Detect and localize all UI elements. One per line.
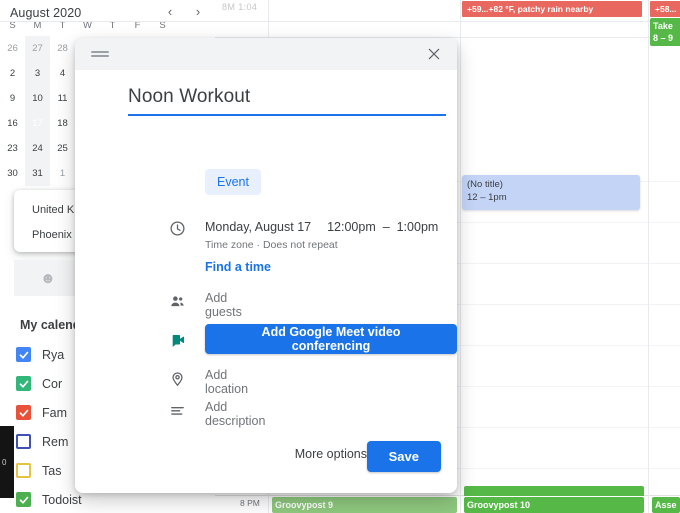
- calendar-checkbox[interactable]: [16, 463, 31, 478]
- mini-calendar-day[interactable]: 17: [25, 118, 50, 129]
- chevron-right-icon[interactable]: ›: [189, 2, 207, 20]
- mini-calendar-day[interactable]: 25: [50, 143, 75, 154]
- mini-calendar-title: August 2020: [10, 6, 82, 20]
- calendar-label: Rem: [42, 434, 69, 449]
- event-quick-create-dialog: Noon Workout Event Monday, August 17 12:0…: [75, 38, 457, 493]
- mini-calendar-day[interactable]: 27: [25, 43, 50, 54]
- mini-calendar-day[interactable]: 1: [50, 168, 75, 179]
- mini-calendar-day[interactable]: 30: [0, 168, 25, 179]
- mini-calendar-day[interactable]: 18: [50, 118, 75, 129]
- grid-vline-2: [460, 0, 461, 513]
- event-time-body: Monday, August 17 12:00pm – 1:00pm Time z…: [205, 218, 438, 251]
- event-title-field-wrap: Noon Workout: [128, 86, 446, 116]
- drag-handle-icon[interactable]: [91, 51, 109, 57]
- event-take[interactable]: Take 8 – 9: [650, 18, 680, 46]
- dialog-footer: More options Save: [75, 431, 457, 493]
- add-guests-placeholder[interactable]: Add guests: [205, 291, 242, 319]
- event-take-time: 8 – 9: [653, 33, 674, 43]
- grid-vline-3: [648, 0, 649, 513]
- calendar-checkbox[interactable]: [16, 376, 31, 391]
- calendar-checkbox[interactable]: [16, 434, 31, 449]
- event-groovypost-10-label: Groovypost 10: [467, 500, 531, 510]
- event-time-dash: –: [382, 220, 390, 234]
- grid-hline-top: [0, 21, 680, 22]
- find-a-time-row: Find a time: [167, 260, 271, 274]
- event-groovypost-10-top[interactable]: [464, 486, 644, 496]
- screen-edge-strip: 0: [0, 426, 14, 498]
- calendar-label: Tas: [42, 463, 62, 478]
- strip-text: 0: [2, 458, 7, 467]
- calendar-checkbox[interactable]: [16, 492, 31, 507]
- location-pin-icon: [167, 368, 187, 388]
- mini-calendar-day[interactable]: 24: [25, 143, 50, 154]
- chevron-left-icon[interactable]: ‹: [161, 2, 179, 20]
- mini-calendar-day[interactable]: 3: [25, 68, 50, 79]
- event-no-title[interactable]: (No title) 12 – 1pm: [462, 175, 640, 210]
- calendar-checkbox[interactable]: [16, 347, 31, 362]
- close-icon[interactable]: [423, 43, 445, 65]
- tab-event[interactable]: Event: [205, 169, 261, 195]
- calendar-label: Todoist: [42, 492, 82, 507]
- mini-calendar-day[interactable]: 28: [50, 43, 75, 54]
- event-title-input[interactable]: Noon Workout: [128, 86, 394, 114]
- event-datetime[interactable]: Monday, August 17 12:00pm – 1:00pm: [205, 220, 438, 234]
- weather-banner-1[interactable]: +59...+82 °F, patchy rain nearby: [462, 1, 642, 17]
- add-location-placeholder[interactable]: Add location: [205, 368, 248, 396]
- mini-calendar-nav: ‹ ›: [161, 2, 207, 20]
- event-assessment-label: Asse: [655, 500, 677, 510]
- google-meet-icon: [167, 329, 187, 349]
- calendar-checkbox[interactable]: [16, 405, 31, 420]
- event-groovypost-9[interactable]: Groovypost 9: [272, 497, 457, 513]
- mini-calendar-day[interactable]: 9: [0, 93, 25, 104]
- search-people-icon: ☻: [40, 269, 56, 287]
- save-button[interactable]: Save: [366, 441, 441, 472]
- event-date[interactable]: Monday, August 17: [205, 220, 311, 234]
- mini-calendar-day[interactable]: 2: [0, 68, 25, 79]
- calendar-label: Cor: [42, 376, 63, 391]
- calendar-label: Fam: [42, 405, 67, 420]
- people-icon: [167, 291, 187, 311]
- mini-calendar-day[interactable]: 23: [0, 143, 25, 154]
- hour-label-8pm: 8 PM: [240, 498, 260, 508]
- event-no-title-label: (No title): [467, 179, 503, 190]
- mini-calendar-day[interactable]: 16: [0, 118, 25, 129]
- mini-calendar-day[interactable]: 4: [50, 68, 75, 79]
- calendar-label: Rya: [42, 347, 65, 362]
- event-take-title: Take: [653, 21, 673, 31]
- event-assessment[interactable]: Asse: [652, 497, 680, 513]
- event-groovypost-9-label: Groovypost 9: [275, 500, 334, 510]
- weather-banner-2[interactable]: +58...: [650, 1, 680, 17]
- clock-icon: [167, 218, 187, 238]
- more-options-button[interactable]: More options: [295, 447, 367, 461]
- mini-calendar-day[interactable]: 31: [25, 168, 50, 179]
- dialog-title-bar: [75, 38, 457, 70]
- event-end-time[interactable]: 1:00pm: [397, 220, 439, 234]
- grid-top-label: 8M 1:04: [222, 2, 258, 12]
- mini-calendar-day[interactable]: 26: [0, 43, 25, 54]
- suggestion-item-1[interactable]: United K: [32, 204, 74, 216]
- event-no-title-time: 12 – 1pm: [467, 192, 507, 203]
- add-google-meet-button[interactable]: Add Google Meet video conferencing: [205, 324, 457, 354]
- find-a-time-link[interactable]: Find a time: [205, 260, 271, 274]
- event-groovypost-10[interactable]: Groovypost 10: [464, 497, 644, 513]
- google-calendar-app: August 2020 ‹ › SMTWTFS 2627282930311234…: [0, 0, 680, 513]
- event-timezone-repeat[interactable]: Time zone · Does not repeat: [205, 239, 438, 251]
- event-title-underline: [128, 114, 446, 116]
- event-start-time[interactable]: 12:00pm: [327, 220, 376, 234]
- description-lines-icon: [167, 400, 187, 420]
- suggestion-item-2[interactable]: Phoenix: [32, 229, 72, 241]
- mini-calendar-day[interactable]: 10: [25, 93, 50, 104]
- mini-calendar-day[interactable]: 11: [50, 93, 75, 104]
